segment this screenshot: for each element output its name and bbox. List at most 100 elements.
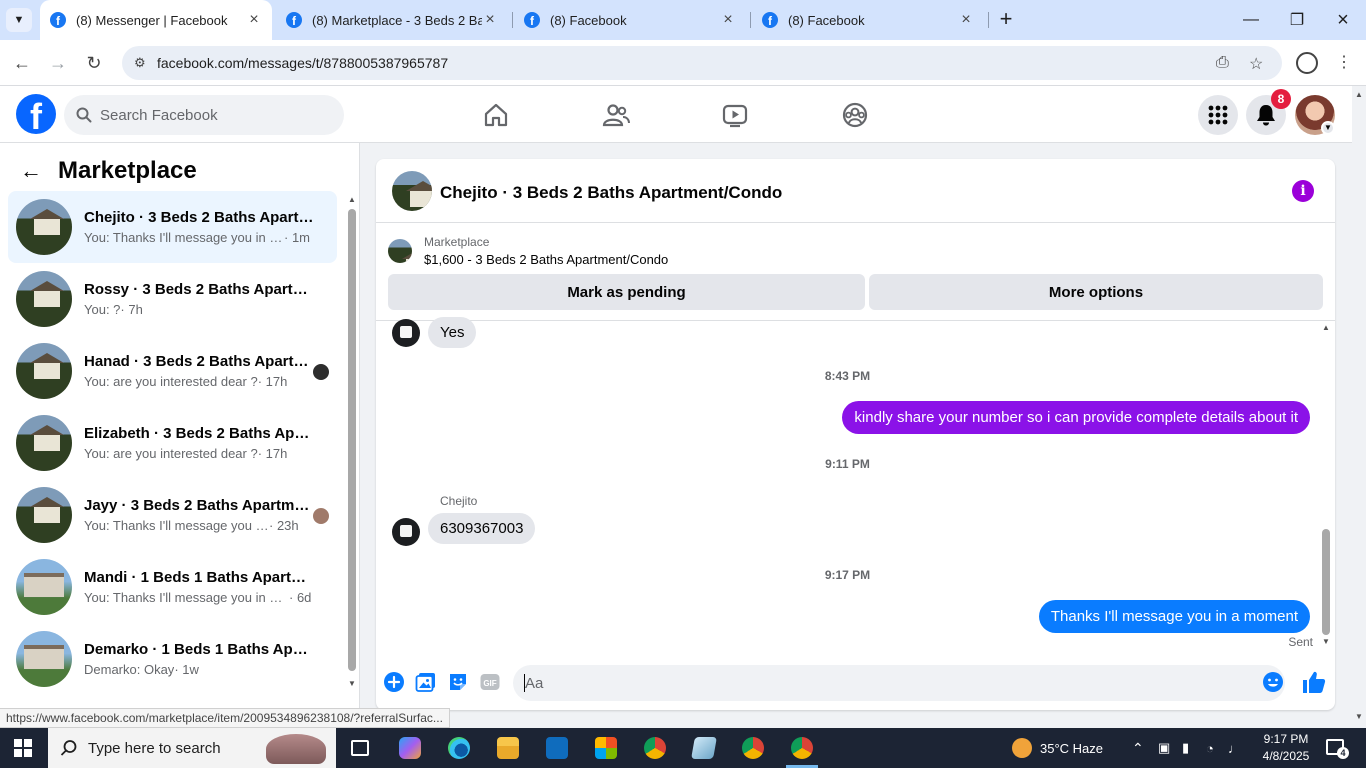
scroll-down-arrow-icon[interactable]: ▼ (348, 679, 356, 688)
battery-icon[interactable]: ▮ (1182, 728, 1189, 768)
close-window-icon[interactable]: × (1320, 0, 1366, 40)
chat-title[interactable]: Chejito · 3 Beds 2 Baths Apartment/Condo (440, 183, 782, 203)
listing-thumbnail (16, 343, 72, 399)
close-tab-icon[interactable]: × (958, 11, 974, 29)
browser-profile-icon[interactable] (1296, 52, 1318, 74)
timestamp: 9:17 PM (824, 568, 871, 582)
conversation-item-jayy[interactable]: Jayy · 3 Beds 2 Baths Apartment/Condo Yo… (8, 479, 337, 551)
thread-scrollbar[interactable]: ▲ ▼ (1320, 323, 1332, 653)
install-app-icon[interactable]: ⎙ (1216, 54, 1229, 72)
like-thumb-icon[interactable] (1301, 669, 1327, 695)
text-caret (524, 674, 525, 692)
facebook-top-nav: f (0, 86, 1352, 143)
conversation-preview: You: Thanks I'll message you in a moment (84, 518, 269, 533)
close-tab-icon[interactable]: × (720, 11, 736, 29)
conversation-item-elizabeth[interactable]: Elizabeth · 3 Beds 2 Baths Apartment/Con… (8, 407, 337, 479)
minimize-icon[interactable]: — (1228, 0, 1274, 40)
weather-widget[interactable]: 35°C Haze (1012, 728, 1103, 768)
sidebar-scrollbar[interactable]: ▲ ▼ (346, 195, 358, 725)
scroll-up-arrow-icon[interactable]: ▲ (1322, 323, 1330, 332)
volume-icon[interactable]: ♩ (1228, 728, 1241, 768)
scroll-up-arrow-icon[interactable]: ▲ (348, 195, 356, 204)
more-options-button[interactable]: More options (869, 274, 1323, 310)
sidebar-title: Marketplace (58, 157, 197, 184)
facebook-logo-icon[interactable]: f (16, 94, 56, 134)
chrome-profile-icon[interactable] (733, 732, 773, 764)
notepad-icon[interactable] (684, 732, 724, 764)
chrome-active-icon[interactable] (782, 732, 822, 768)
tab-search-chevron-icon[interactable]: ▼ (6, 8, 32, 32)
taskbar-clock[interactable]: 9:17 PM 4/8/2025 (1254, 731, 1318, 765)
sticker-icon[interactable] (447, 671, 469, 693)
photo-icon[interactable] (415, 671, 437, 693)
forward-icon[interactable]: → (43, 48, 73, 78)
conversation-item-chejito[interactable]: Chejito · 3 Beds 2 Baths Apartment/Condo… (8, 191, 337, 263)
scroll-down-arrow-icon[interactable]: ▼ (1322, 637, 1330, 646)
watch-icon[interactable] (721, 101, 749, 129)
conversation-item-demarko[interactable]: Demarko · 1 Beds 1 Baths Apartment/Condo… (8, 623, 337, 695)
gif-icon[interactable]: GIF (479, 671, 501, 693)
conversation-preview: You: are you interested dear ? (84, 446, 258, 461)
reload-icon[interactable]: ↻ (79, 48, 109, 78)
message-input[interactable] (513, 665, 1285, 701)
restore-icon[interactable]: ❐ (1274, 0, 1320, 40)
plus-circle-icon[interactable] (383, 671, 405, 693)
search-highlight-hippo-icon (266, 734, 326, 764)
wifi-icon[interactable]: ◔ (1206, 728, 1214, 768)
file-explorer-icon[interactable] (488, 732, 528, 764)
tab-title: (8) Messenger | Facebook (76, 12, 228, 28)
copilot-icon[interactable] (390, 732, 430, 764)
tab-separator (512, 12, 513, 28)
marketplace-listing-row[interactable]: Marketplace $1,600 - 3 Beds 2 Baths Apar… (388, 235, 668, 267)
tab-messenger[interactable]: f (8) Messenger | Facebook × (40, 0, 272, 40)
info-icon[interactable]: i (1292, 180, 1314, 202)
account-chevron-icon[interactable]: ▼ (1321, 121, 1335, 135)
new-tab-icon[interactable]: + (994, 8, 1018, 32)
facebook-search[interactable] (64, 95, 344, 135)
conversation-item-mandi[interactable]: Mandi · 1 Beds 1 Baths Apartment/Condo Y… (8, 551, 337, 623)
tab-title: (8) Facebook (550, 12, 627, 28)
menu-grid-button[interactable] (1198, 95, 1238, 135)
site-settings-icon[interactable]: ⚙ (134, 55, 146, 71)
sender-avatar[interactable] (392, 319, 420, 347)
outlook-icon[interactable] (537, 732, 577, 764)
conversation-time: · 1m (284, 230, 310, 245)
scrollbar-thumb[interactable] (348, 209, 356, 671)
scrollbar-thumb[interactable] (1322, 529, 1330, 635)
close-tab-icon[interactable]: × (246, 11, 262, 29)
conversation-item-hanad[interactable]: Hanad · 3 Beds 2 Baths Apartment/Condo Y… (8, 335, 337, 407)
back-arrow-icon[interactable]: ← (20, 158, 42, 184)
chat-avatar[interactable] (392, 171, 432, 211)
address-bar[interactable]: ⚙ facebook.com/messages/t/87880053879657… (122, 46, 1282, 80)
url-text[interactable]: facebook.com/messages/t/8788005387965787 (157, 55, 448, 71)
mark-as-pending-button[interactable]: Mark as pending (388, 274, 865, 310)
tab-separator (988, 12, 989, 28)
tab-facebook-1[interactable]: f (8) Facebook × (514, 0, 746, 40)
tab-marketplace[interactable]: f (8) Marketplace - 3 Beds 2 Baths × (276, 0, 508, 40)
conversation-item-rossy[interactable]: Rossy · 3 Beds 2 Baths Apartment/Condo Y… (8, 263, 337, 335)
windows-start-icon[interactable] (14, 739, 32, 757)
browser-menu-icon[interactable]: ⋮ (1336, 52, 1352, 72)
show-hidden-icons-chevron-icon[interactable]: ⌃ (1132, 728, 1144, 768)
page-scrollbar[interactable]: ▲ ▼ (1352, 86, 1366, 728)
conversation-preview: You: are you interested dear ? (84, 374, 258, 389)
close-tab-icon[interactable]: × (482, 11, 498, 29)
edge-icon[interactable] (439, 732, 479, 764)
emoji-icon[interactable] (1262, 671, 1284, 693)
facebook-search-input[interactable] (100, 106, 320, 124)
friends-icon[interactable] (602, 101, 630, 129)
tab-facebook-2[interactable]: f (8) Facebook × (752, 0, 984, 40)
meet-now-icon[interactable]: ▣ (1158, 728, 1170, 768)
chrome-icon[interactable] (635, 732, 675, 764)
groups-icon[interactable] (841, 101, 869, 129)
task-view-icon[interactable] (340, 732, 380, 764)
sender-avatar[interactable] (392, 518, 420, 546)
scroll-up-arrow-icon[interactable]: ▲ (1355, 90, 1363, 99)
taskbar-search[interactable]: Type here to search (48, 728, 336, 768)
store-icon[interactable] (586, 732, 626, 764)
back-icon[interactable]: ← (7, 48, 37, 78)
scroll-down-arrow-icon[interactable]: ▼ (1355, 712, 1363, 721)
home-icon[interactable] (482, 101, 510, 129)
listing-thumbnail (16, 415, 72, 471)
bookmark-star-icon[interactable]: ☆ (1249, 54, 1263, 74)
